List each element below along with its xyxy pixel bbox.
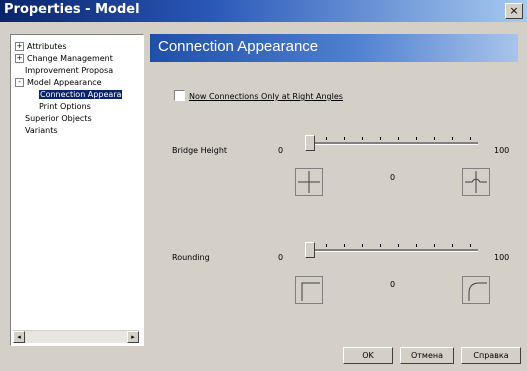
tree-collapse-icon[interactable]: - (15, 78, 24, 87)
bridge-height-slider[interactable] (305, 135, 315, 151)
ok-button[interactable]: OK (343, 347, 393, 364)
close-button[interactable]: × (505, 3, 523, 19)
rounding-min-preview (295, 276, 323, 304)
slider-tick (362, 137, 363, 140)
tree-horizontal-scrollbar[interactable]: ◂ ▸ (13, 330, 139, 343)
right-angles-label: Now Connections Only at Right Angles (189, 92, 343, 101)
tree-item-label: Superior Objects (25, 114, 92, 123)
cancel-button-label: Отмена (410, 351, 444, 360)
slider-tick (380, 244, 381, 247)
scroll-left-button[interactable]: ◂ (13, 331, 25, 343)
scroll-left-icon: ◂ (17, 333, 21, 341)
window-title: Properties - Model (4, 2, 140, 17)
slider-tick (452, 137, 453, 140)
cancel-button[interactable]: Отмена (400, 347, 454, 364)
rounding-preview-icon (301, 282, 320, 301)
tree-item-label: Variants (25, 126, 58, 135)
bridge-height-max: 100 (494, 146, 510, 155)
tree-item-connection-appearance[interactable]: Connection Appeara (39, 89, 123, 101)
tree-expand-icon[interactable]: + (15, 42, 24, 51)
tree-item-label: Print Options (39, 102, 91, 111)
slider-tick (452, 244, 453, 247)
tree-item-superior-objects[interactable]: Superior Objects (25, 113, 92, 125)
tree-item-label: Change Management (27, 54, 113, 63)
tree-item-print-options[interactable]: Print Options (39, 101, 91, 113)
bridge-preview-icon (298, 171, 320, 193)
tree-item-change-management[interactable]: + Change Management (15, 53, 113, 65)
bridge-height-min: 0 (278, 146, 284, 155)
slider-tick (416, 137, 417, 140)
right-angles-checkbox[interactable] (174, 90, 185, 101)
slider-tick (470, 137, 471, 140)
title-bar: Properties - Model × (0, 0, 527, 22)
tree-item-label: Model Appearance (27, 78, 102, 87)
rounding-max: 100 (494, 253, 510, 262)
tree-item-label: Attributes (27, 42, 67, 51)
scroll-right-icon: ▸ (131, 333, 135, 341)
tree-item-model-appearance[interactable]: - Model Appearance (15, 77, 102, 89)
help-button[interactable]: Справка (461, 347, 521, 364)
scroll-right-button[interactable]: ▸ (127, 331, 139, 343)
panel-header: Connection Appearance (150, 34, 518, 62)
rounding-track (308, 249, 478, 252)
slider-tick (344, 137, 345, 140)
tree-item-attributes[interactable]: + Attributes (15, 41, 67, 53)
rounding-min: 0 (278, 253, 284, 262)
tree-expand-icon[interactable]: + (15, 54, 24, 63)
rounding-preview-icon (468, 282, 487, 301)
slider-tick (416, 244, 417, 247)
close-icon: × (509, 4, 519, 17)
help-button-label: Справка (473, 351, 509, 360)
slider-tick (434, 137, 435, 140)
slider-tick (434, 244, 435, 247)
ok-button-label: OK (362, 351, 374, 360)
rounding-value: 0 (390, 280, 396, 289)
slider-tick (380, 137, 381, 140)
slider-tick (398, 244, 399, 247)
tree-item-improvement-proposal[interactable]: Improvement Proposa (25, 65, 113, 77)
rounding-label: Rounding (172, 253, 210, 262)
slider-tick (362, 244, 363, 247)
slider-tick (398, 137, 399, 140)
rounding-slider[interactable] (305, 242, 315, 258)
slider-tick (344, 244, 345, 247)
tree-item-label: Connection Appeara (39, 90, 123, 99)
slider-tick (326, 244, 327, 247)
slider-tick (470, 244, 471, 247)
bridge-max-preview (462, 168, 490, 196)
bridge-preview-icon (465, 171, 487, 193)
right-angles-option[interactable]: Now Connections Only at Right Angles (174, 90, 343, 101)
bridge-height-label: Bridge Height (172, 146, 228, 155)
tree-item-label: Improvement Proposa (25, 66, 114, 75)
rounding-max-preview (462, 276, 490, 304)
bridge-height-track (308, 142, 478, 145)
panel-title: Connection Appearance (158, 38, 319, 55)
navigation-tree: + Attributes + Change Management Improveme… (10, 34, 144, 346)
bridge-height-value: 0 (390, 173, 396, 182)
slider-tick (326, 137, 327, 140)
bridge-min-preview (295, 168, 323, 196)
tree-item-variants[interactable]: Variants (25, 125, 58, 137)
settings-panel: Connection Appearance Now Connections On… (150, 34, 518, 344)
